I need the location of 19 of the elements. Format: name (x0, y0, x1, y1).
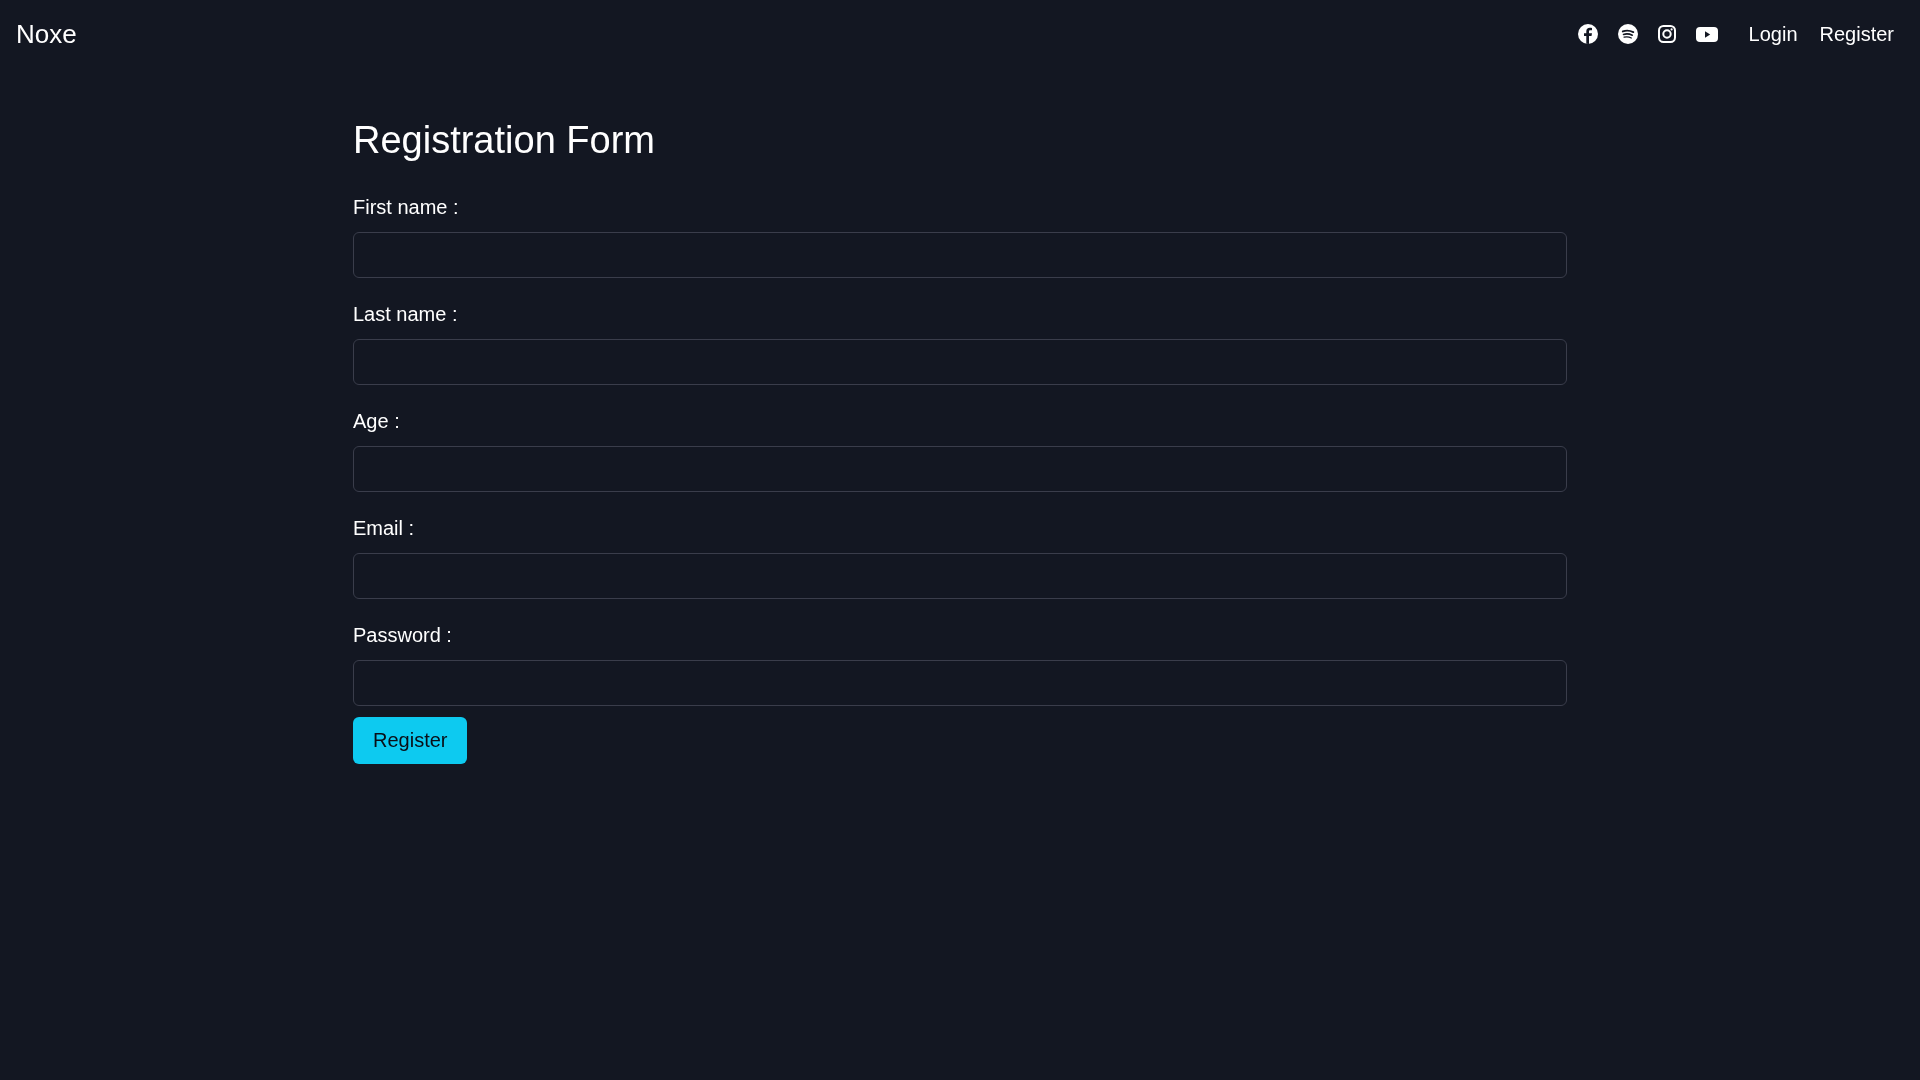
youtube-icon[interactable] (1695, 26, 1718, 42)
spotify-icon[interactable] (1617, 24, 1638, 44)
submit-button[interactable]: Register (353, 717, 468, 764)
brand-logo[interactable]: Noxe (16, 19, 77, 49)
field-label: Last name : (353, 302, 458, 326)
input-field[interactable] (353, 339, 1567, 385)
field-label: Email : (353, 516, 415, 540)
form-title: Registration Form (353, 118, 655, 163)
input-field[interactable] (353, 660, 1567, 706)
field-label: Password : (353, 623, 452, 647)
input-field[interactable] (353, 553, 1567, 599)
nav-link[interactable]: Login (1748, 22, 1798, 46)
instagram-icon[interactable] (1657, 25, 1676, 43)
field-label: Age : (353, 409, 400, 433)
field-label: First name : (353, 195, 459, 219)
nav-link[interactable]: Register (1819, 22, 1894, 46)
input-field[interactable] (353, 232, 1567, 278)
facebook-icon[interactable] (1577, 24, 1598, 44)
input-field[interactable] (353, 446, 1567, 492)
